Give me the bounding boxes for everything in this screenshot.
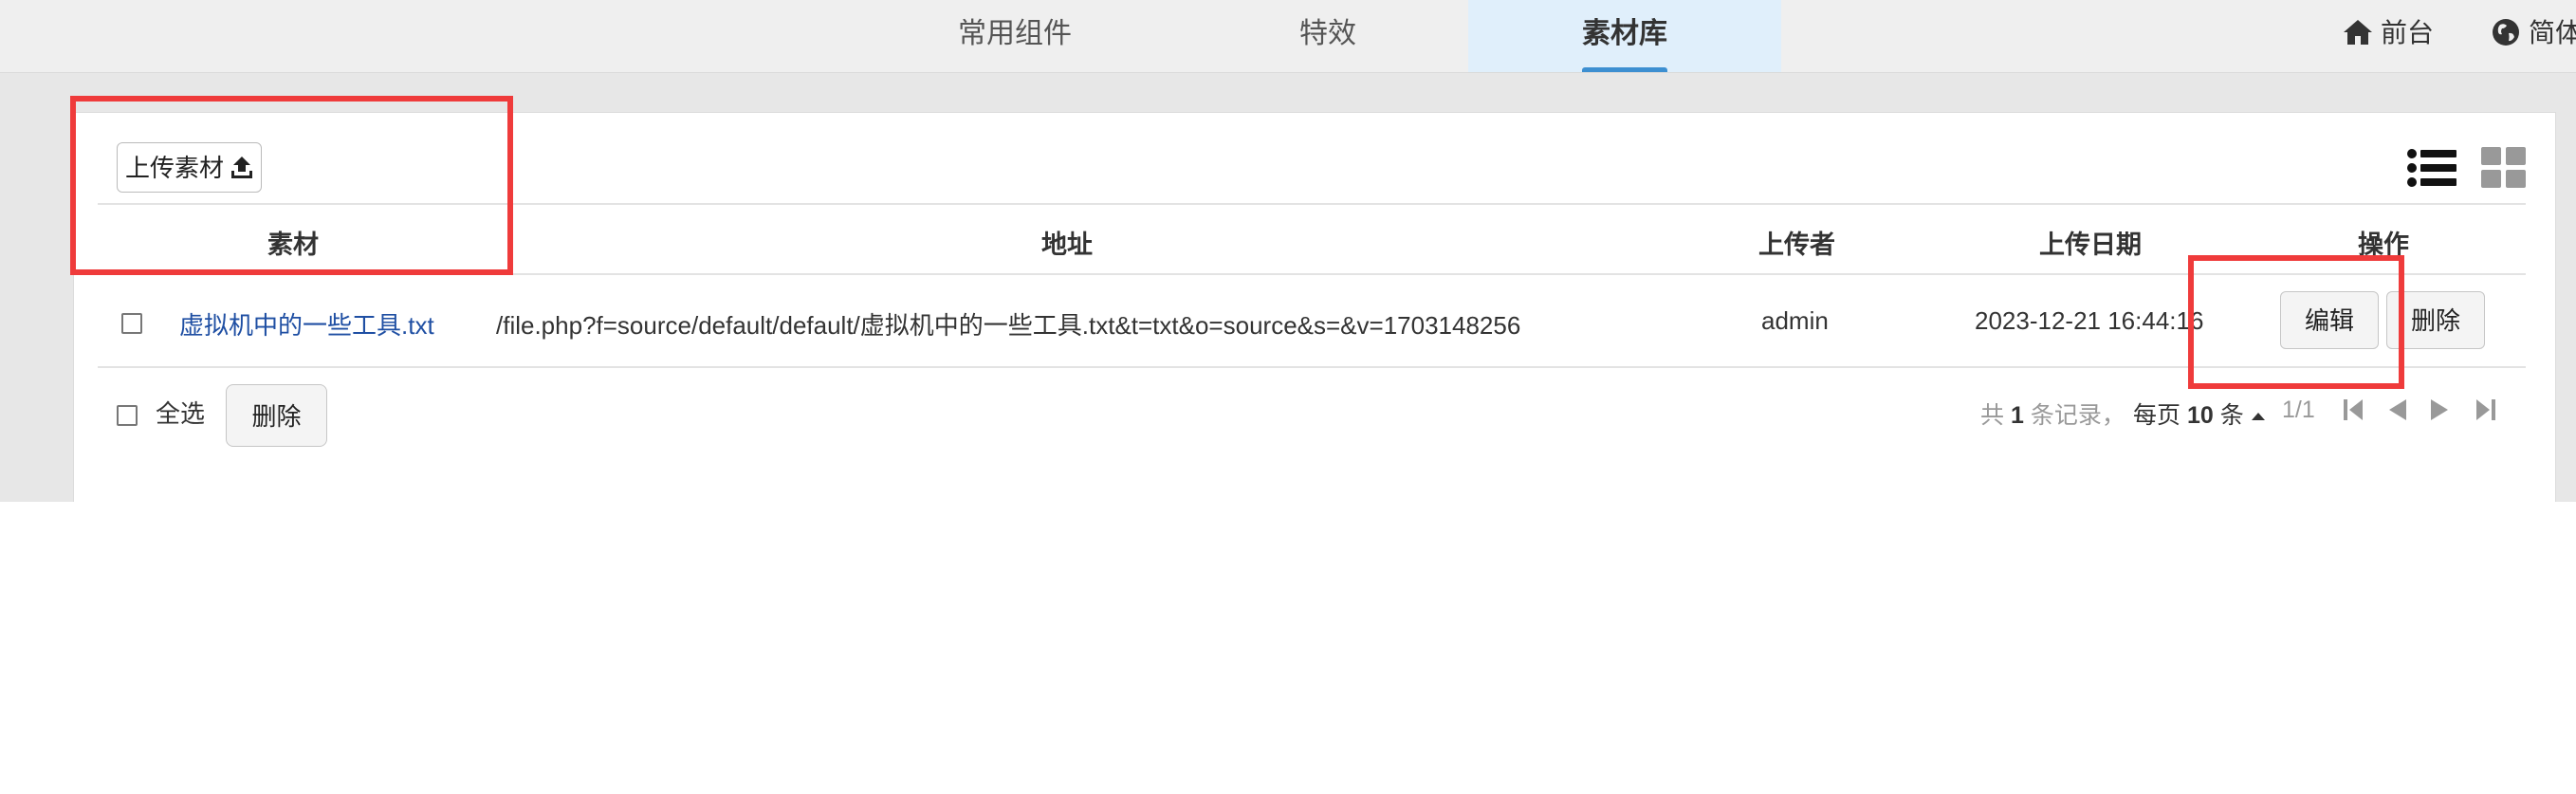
nav-tab-materials[interactable]: 素材库 xyxy=(1468,0,1781,72)
active-tab-indicator xyxy=(1582,67,1667,72)
material-address: /file.php?f=source/default/default/虚拟机中的… xyxy=(496,311,1521,340)
last-page-icon[interactable] xyxy=(2475,397,2496,422)
column-header-address: 地址 xyxy=(1041,231,1093,259)
nav-tab-effects[interactable]: 特效 xyxy=(1233,0,1423,72)
total-prefix: 共 xyxy=(1980,402,2005,429)
table-header-border xyxy=(98,273,2526,275)
language-switch[interactable]: 简体 xyxy=(2491,0,2576,68)
caret-up-icon xyxy=(2251,413,2265,421)
column-header-actions: 操作 xyxy=(2358,231,2409,259)
upload-button-label: 上传素材 xyxy=(125,154,225,182)
total-count: 1 xyxy=(2010,402,2024,429)
select-all-checkbox[interactable] xyxy=(117,405,138,426)
table-top-border xyxy=(98,203,2526,205)
per-page-value: 10 xyxy=(2186,402,2214,429)
nav-tab-components[interactable]: 常用组件 xyxy=(901,0,1129,72)
language-label: 简体 xyxy=(2529,18,2576,47)
home-icon xyxy=(2344,19,2372,45)
next-page-icon[interactable] xyxy=(2430,397,2451,422)
top-nav-bar: 常用组件 特效 素材库 前台 简体 xyxy=(0,0,2576,73)
frontend-label: 前台 xyxy=(2381,18,2435,47)
grid-view-icon[interactable] xyxy=(2481,147,2527,189)
material-uploader: admin xyxy=(1761,306,1829,335)
table-row-border xyxy=(98,366,2526,368)
nav-tab-label: 常用组件 xyxy=(958,18,1072,49)
per-page-suffix: 条 xyxy=(2219,402,2244,429)
row-delete-button[interactable]: 删除 xyxy=(2386,291,2485,349)
frontend-link[interactable]: 前台 xyxy=(2343,0,2434,68)
page-indicator: 1/1 xyxy=(2282,397,2315,423)
per-page-prefix: 每页 xyxy=(2133,402,2181,429)
previous-page-icon[interactable] xyxy=(2386,397,2407,422)
globe-icon xyxy=(2493,18,2519,46)
row-checkbox[interactable] xyxy=(121,313,142,334)
edit-button[interactable]: 编辑 xyxy=(2280,291,2379,349)
pagination-summary: 共 1 条记录， xyxy=(1980,397,2125,431)
column-header-uploader: 上传者 xyxy=(1758,231,1835,259)
select-all-label[interactable]: 全选 xyxy=(156,395,205,430)
upload-material-button[interactable]: 上传素材 xyxy=(117,142,262,193)
material-upload-date: 2023-12-21 16:44:16 xyxy=(1975,306,2204,335)
first-page-icon[interactable] xyxy=(2343,397,2364,422)
column-header-material: 素材 xyxy=(267,231,319,259)
upload-icon xyxy=(231,157,252,178)
per-page-selector[interactable]: 每页 10 条 xyxy=(2133,397,2266,431)
total-suffix: 条记录， xyxy=(2030,402,2125,429)
nav-tab-label: 素材库 xyxy=(1582,18,1667,49)
nav-tab-label: 特效 xyxy=(1299,18,1356,49)
list-view-icon[interactable] xyxy=(2407,148,2456,188)
bulk-delete-button[interactable]: 删除 xyxy=(226,384,327,447)
column-header-upload-date: 上传日期 xyxy=(2039,231,2142,259)
material-name-link[interactable]: 虚拟机中的一些工具.txt xyxy=(179,306,434,342)
